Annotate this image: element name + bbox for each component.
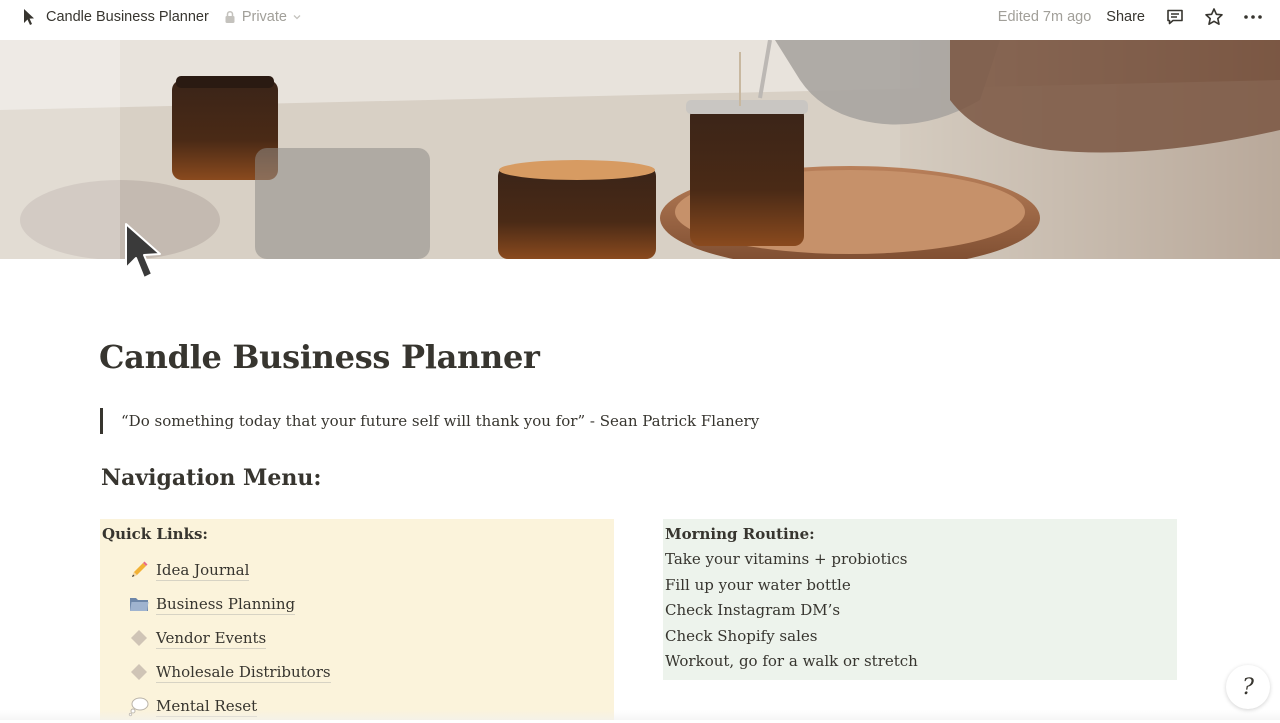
link-wholesale-distributors[interactable]: Wholesale Distributors <box>102 655 612 689</box>
topbar-actions: Edited 7m ago Share <box>998 0 1263 33</box>
morning-routine-callout: Morning Routine: Take your vitamins + pr… <box>663 519 1177 680</box>
privacy-label[interactable]: Private <box>242 9 287 25</box>
routine-item[interactable]: Check Instagram DM’s <box>665 598 1175 624</box>
link-label[interactable]: Wholesale Distributors <box>156 662 331 683</box>
diamond-icon <box>128 661 150 683</box>
routine-item[interactable]: Check Shopify sales <box>665 624 1175 650</box>
diamond-icon <box>128 627 150 649</box>
routine-item[interactable]: Take your vitamins + probiotics <box>665 547 1175 573</box>
chevron-down-icon[interactable] <box>292 12 302 22</box>
edited-timestamp: Edited 7m ago <box>997 8 1092 25</box>
bottom-edge <box>0 710 1280 720</box>
breadcrumb-page-title[interactable]: Candle Business Planner <box>46 9 209 25</box>
help-icon: ? <box>1242 674 1254 700</box>
help-button[interactable]: ? <box>1226 665 1270 709</box>
link-label[interactable]: Vendor Events <box>156 628 267 649</box>
comment-icon[interactable] <box>1165 7 1185 27</box>
routine-item[interactable]: Workout, go for a walk or stretch <box>665 649 1175 675</box>
routine-item[interactable]: Fill up your water bottle <box>665 573 1175 599</box>
pencil-icon <box>128 559 150 581</box>
navigation-heading[interactable]: Navigation Menu: <box>101 465 321 491</box>
page-title[interactable]: Candle Business Planner <box>99 338 540 376</box>
quick-links-callout: Quick Links: Idea Journal Business Plann <box>100 519 614 720</box>
cover-image-candles <box>0 40 1280 259</box>
quick-links-list: Idea Journal Business Planning Vendor Ev… <box>102 553 612 723</box>
share-button[interactable]: Share <box>1106 9 1145 25</box>
more-icon[interactable] <box>1243 7 1263 27</box>
link-idea-journal[interactable]: Idea Journal <box>102 553 612 587</box>
top-bar: Candle Business Planner Private Edited 7… <box>0 0 1280 33</box>
cover-image[interactable] <box>0 40 1280 259</box>
morning-routine-heading: Morning Routine: <box>665 525 815 543</box>
mouse-pointer-icon <box>125 223 161 279</box>
link-vendor-events[interactable]: Vendor Events <box>102 621 612 655</box>
link-label[interactable]: Business Planning <box>156 594 296 615</box>
quote-block[interactable]: “Do something today that your future sel… <box>100 408 759 434</box>
star-icon[interactable] <box>1204 7 1224 27</box>
lock-icon <box>225 10 235 23</box>
quick-links-heading: Quick Links: <box>102 525 208 543</box>
cursor-arrow-icon <box>24 8 34 25</box>
breadcrumb: Candle Business Planner Private <box>22 0 302 33</box>
link-label[interactable]: Idea Journal <box>156 560 250 581</box>
folder-icon <box>128 593 150 615</box>
link-business-planning[interactable]: Business Planning <box>102 587 612 621</box>
morning-routine-list: Take your vitamins + probiotics Fill up … <box>665 547 1175 675</box>
